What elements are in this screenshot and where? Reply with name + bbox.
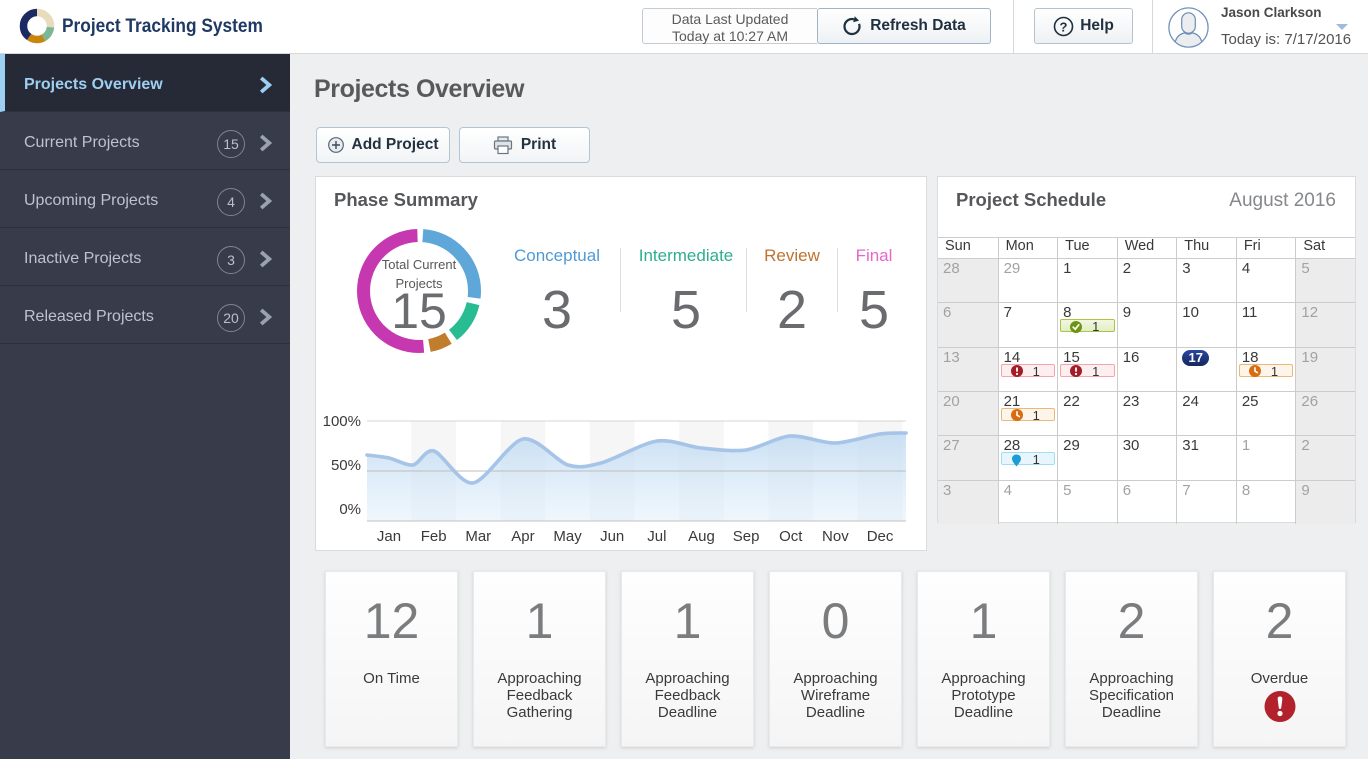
svg-text:50%: 50% — [331, 457, 361, 474]
svg-text:Mar: Mar — [465, 528, 491, 545]
svg-text:May: May — [553, 528, 582, 545]
svg-text:Sep: Sep — [733, 528, 760, 545]
svg-text:?: ? — [1060, 19, 1068, 34]
svg-text:Apr: Apr — [511, 528, 534, 545]
svg-text:Oct: Oct — [779, 528, 803, 545]
svg-text:Aug: Aug — [688, 528, 715, 545]
svg-text:Jun: Jun — [600, 528, 624, 545]
svg-text:0%: 0% — [339, 501, 361, 518]
svg-text:100%: 100% — [323, 413, 361, 430]
svg-text:Jan: Jan — [377, 528, 401, 545]
svg-text:Nov: Nov — [822, 528, 849, 545]
svg-text:Dec: Dec — [867, 528, 894, 545]
svg-text:Jul: Jul — [647, 528, 666, 545]
svg-text:Feb: Feb — [421, 528, 447, 545]
